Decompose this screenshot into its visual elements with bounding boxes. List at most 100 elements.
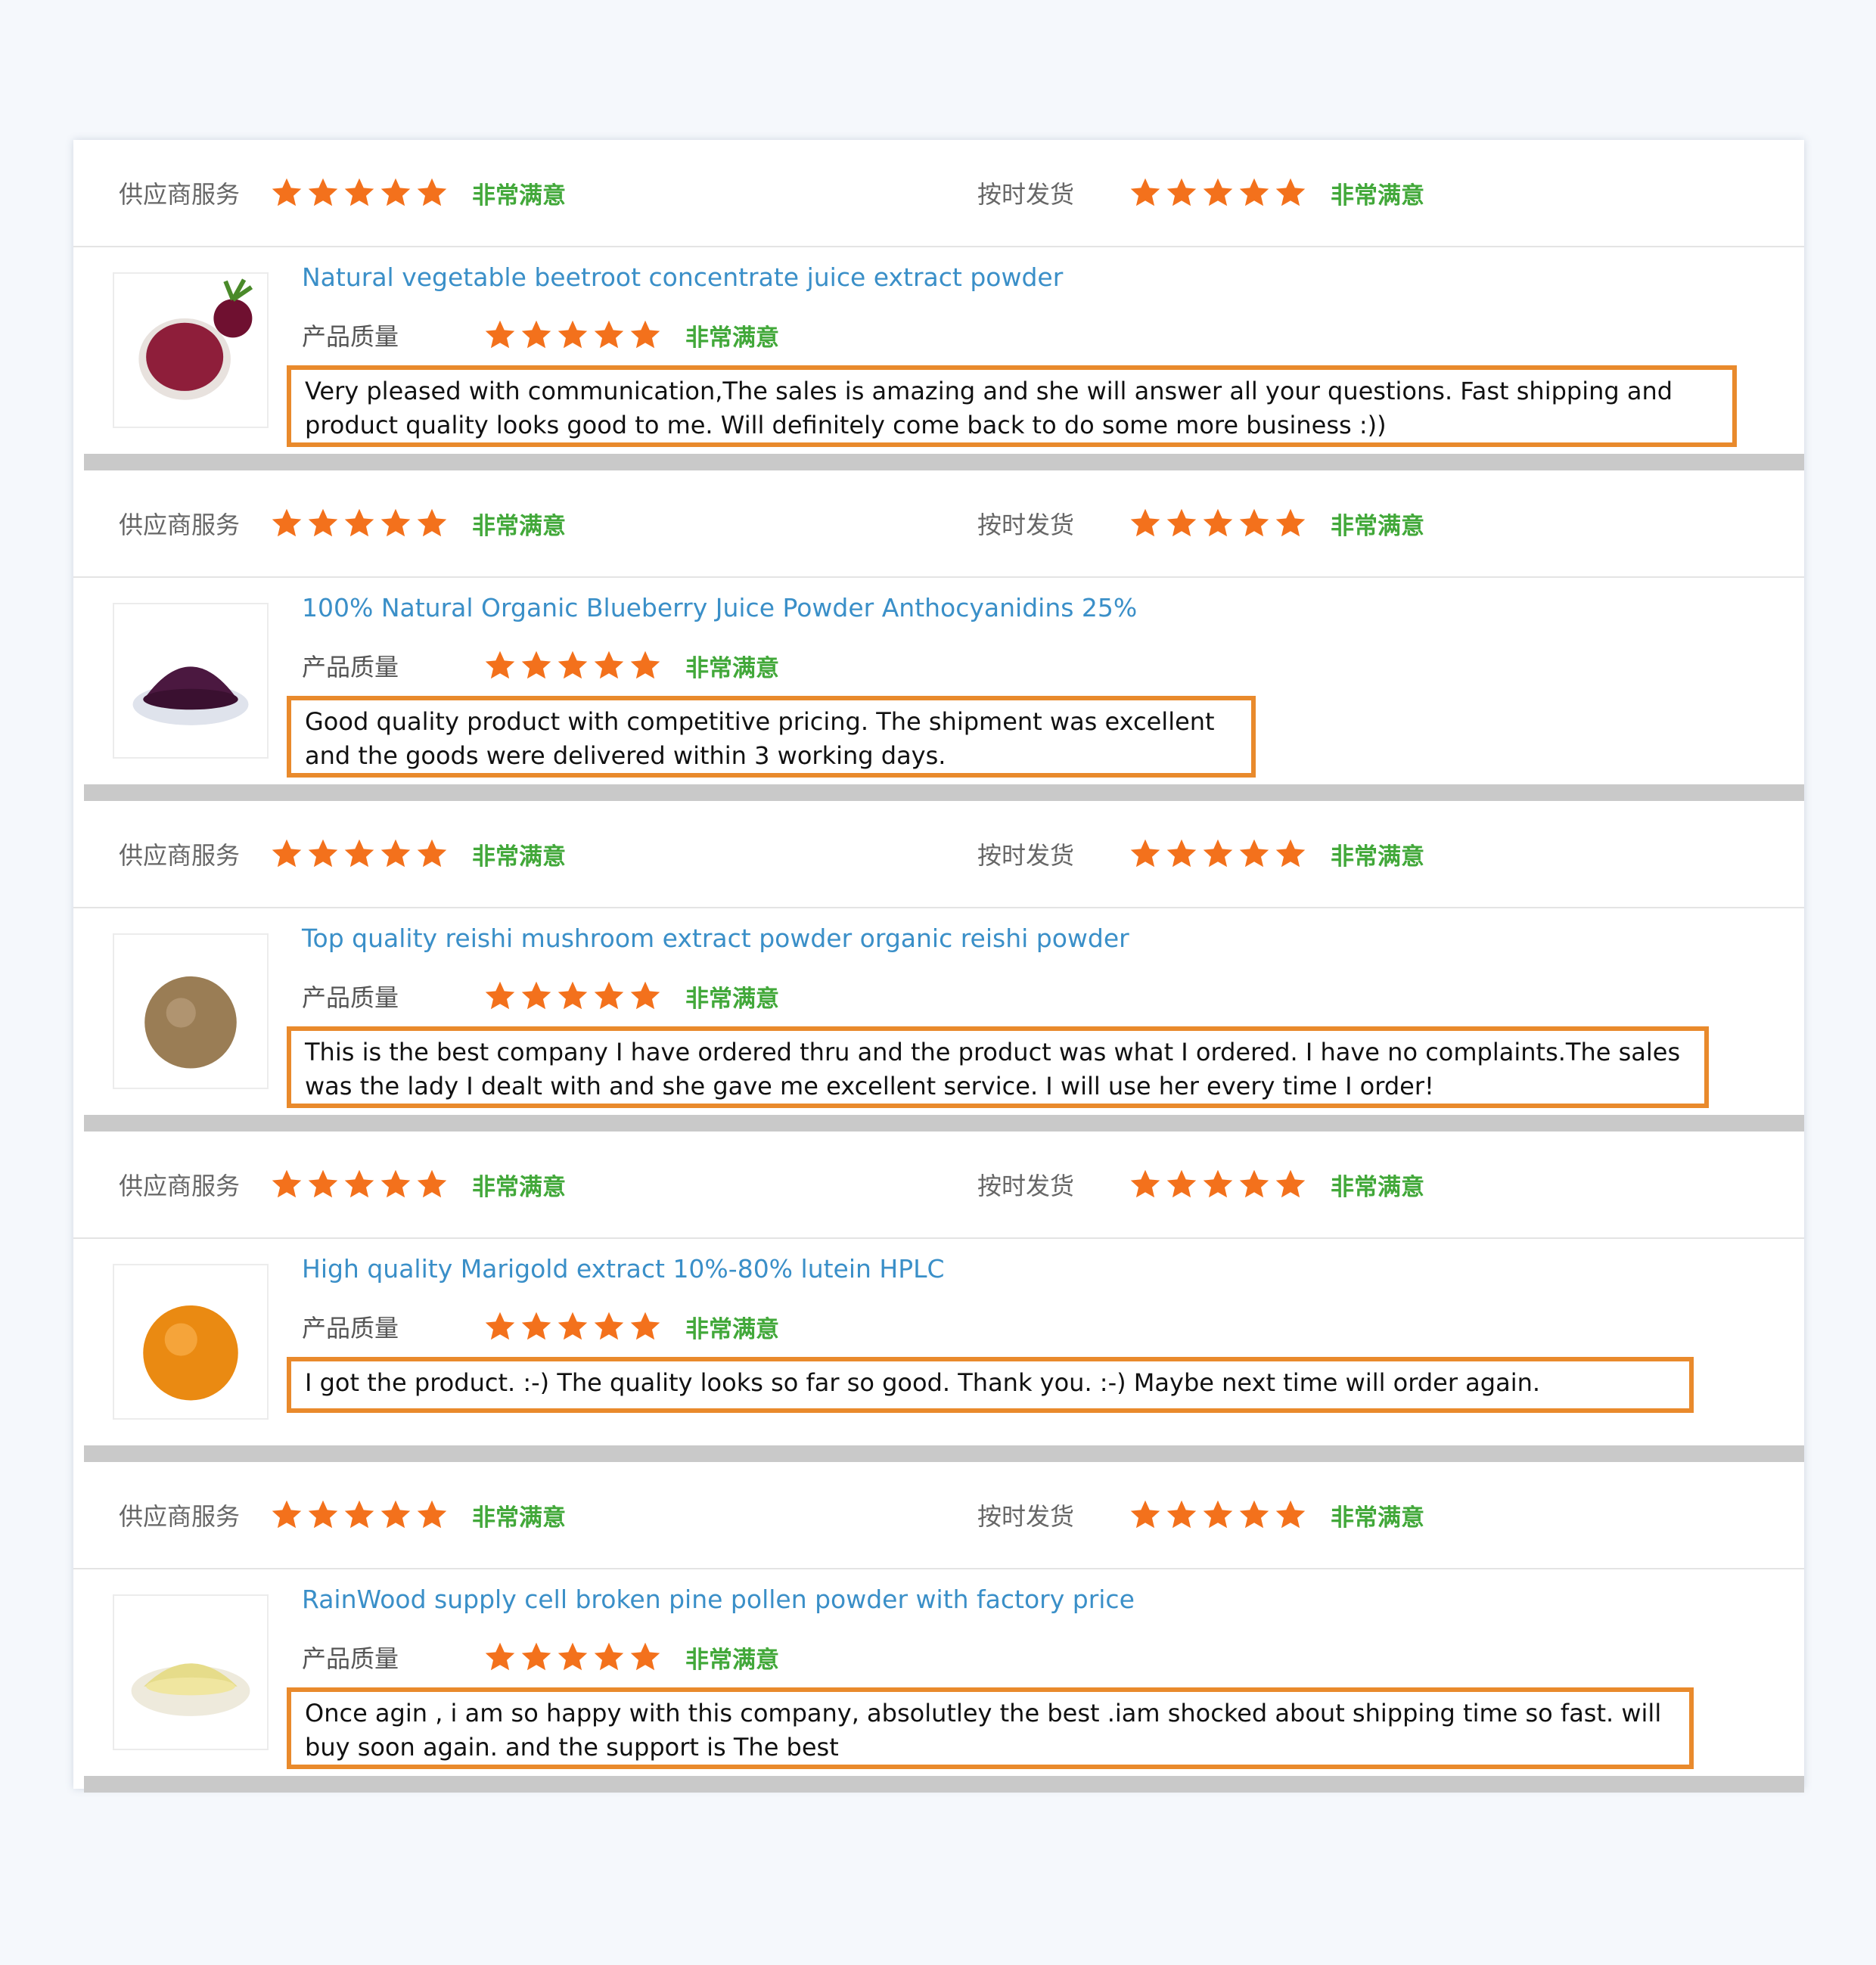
supplier-service-label: 供应商服务	[119, 1502, 241, 1531]
product-quality-rating: 产品质量 非常满意	[302, 973, 779, 1019]
satisfied-label: 非常满意	[1331, 182, 1424, 210]
delivery-stars	[1129, 1498, 1322, 1532]
star-icon	[308, 1169, 338, 1198]
star-icon	[1275, 1500, 1306, 1529]
satisfied-label: 非常满意	[472, 1504, 566, 1532]
supplier-service-rating: 供应商服务 非常满意	[119, 1132, 566, 1237]
star-icon	[594, 650, 624, 679]
product-thumbnail[interactable]	[113, 603, 269, 759]
on-time-delivery-label: 按时发货	[977, 180, 1075, 209]
review-comment: Good quality product with competitive pr…	[287, 696, 1256, 778]
star-icon	[485, 1642, 515, 1671]
star-icon	[1275, 839, 1306, 868]
star-icon	[1275, 508, 1306, 537]
star-icon	[630, 320, 660, 349]
quality-stars	[483, 1641, 676, 1674]
delivery-stars	[1129, 1168, 1322, 1201]
star-icon	[308, 508, 338, 537]
star-icon	[630, 1312, 660, 1340]
supplier-stars	[270, 1168, 463, 1201]
on-time-delivery-rating: 按时发货 非常满意	[977, 1462, 1424, 1568]
product-title-link[interactable]: RainWood supply cell broken pine pollen …	[302, 1585, 1135, 1614]
star-icon	[308, 839, 338, 868]
beetroot-powder-image	[114, 274, 267, 427]
star-icon	[630, 981, 660, 1010]
star-icon	[1166, 508, 1197, 537]
review-item: 供应商服务 非常满意 按时发货 非常满意 Natural vegetable beetr…	[73, 140, 1804, 470]
supplier-service-rating: 供应商服务 非常满意	[119, 140, 566, 246]
supplier-service-label: 供应商服务	[119, 841, 241, 870]
star-icon	[1203, 508, 1233, 537]
star-icon	[485, 981, 515, 1010]
star-icon	[272, 1500, 302, 1529]
product-thumbnail[interactable]	[113, 1594, 269, 1750]
quality-stars	[483, 1310, 676, 1343]
star-icon	[1130, 508, 1160, 537]
satisfied-label: 非常满意	[685, 985, 779, 1013]
product-quality-label: 产品质量	[302, 983, 399, 1012]
star-icon	[594, 1312, 624, 1340]
star-icon	[272, 839, 302, 868]
product-title-link[interactable]: 100% Natural Organic Blueberry Juice Pow…	[302, 593, 1137, 622]
supplier-service-label: 供应商服务	[119, 1172, 241, 1200]
product-title-link[interactable]: Top quality reishi mushroom extract powd…	[302, 924, 1129, 953]
review-separator	[84, 1445, 1804, 1462]
star-icon	[344, 508, 374, 537]
star-icon	[1166, 178, 1197, 206]
review-ratings-row: 供应商服务 非常满意 按时发货 非常满意	[73, 1132, 1804, 1239]
product-thumbnail[interactable]	[113, 933, 269, 1089]
reishi-powder-image	[114, 935, 267, 1088]
star-icon	[380, 1169, 411, 1198]
star-icon	[1239, 508, 1269, 537]
blueberry-powder-image	[114, 604, 267, 757]
quality-stars	[483, 649, 676, 682]
supplier-service-rating: 供应商服务 非常满意	[119, 801, 566, 907]
star-icon	[594, 320, 624, 349]
delivery-stars	[1129, 507, 1322, 540]
star-icon	[1130, 1500, 1160, 1529]
product-thumbnail[interactable]	[113, 272, 269, 428]
star-icon	[485, 1312, 515, 1340]
on-time-delivery-rating: 按时发货 非常满意	[977, 470, 1424, 576]
product-title-link[interactable]: Natural vegetable beetroot concentrate j…	[302, 262, 1063, 292]
star-icon	[1239, 178, 1269, 206]
star-icon	[344, 178, 374, 206]
review-item: 供应商服务 非常满意 按时发货 非常满意 100% Natural Organic Bl…	[73, 470, 1804, 801]
supplier-stars	[270, 507, 463, 540]
satisfied-label: 非常满意	[685, 1646, 779, 1674]
star-icon	[1166, 1169, 1197, 1198]
star-icon	[1203, 839, 1233, 868]
satisfied-label: 非常满意	[1331, 843, 1424, 871]
on-time-delivery-rating: 按时发货 非常满意	[977, 140, 1424, 246]
star-icon	[558, 320, 588, 349]
star-icon	[1239, 1500, 1269, 1529]
star-icon	[594, 1642, 624, 1671]
star-icon	[521, 981, 551, 1010]
star-icon	[521, 650, 551, 679]
star-icon	[1239, 1169, 1269, 1198]
on-time-delivery-label: 按时发货	[977, 841, 1075, 870]
star-icon	[521, 320, 551, 349]
supplier-stars	[270, 1498, 463, 1532]
star-icon	[1166, 839, 1197, 868]
supplier-service-rating: 供应商服务 非常满意	[119, 470, 566, 576]
star-icon	[1130, 839, 1160, 868]
review-separator	[84, 454, 1804, 470]
star-icon	[594, 981, 624, 1010]
product-title-link[interactable]: High quality Marigold extract 10%-80% lu…	[302, 1254, 945, 1284]
star-icon	[558, 981, 588, 1010]
quality-stars	[483, 318, 676, 352]
product-quality-rating: 产品质量 非常满意	[302, 312, 779, 358]
star-icon	[1275, 178, 1306, 206]
review-ratings-row: 供应商服务 非常满意 按时发货 非常满意	[73, 801, 1804, 908]
on-time-delivery-rating: 按时发货 非常满意	[977, 801, 1424, 907]
product-quality-label: 产品质量	[302, 322, 399, 351]
review-separator	[84, 1115, 1804, 1132]
product-thumbnail[interactable]	[113, 1264, 269, 1420]
quality-stars	[483, 979, 676, 1013]
review-comment: Very pleased with communication,The sale…	[287, 365, 1737, 447]
product-quality-label: 产品质量	[302, 1644, 399, 1673]
satisfied-label: 非常满意	[685, 324, 779, 352]
star-icon	[417, 1500, 447, 1529]
supplier-service-label: 供应商服务	[119, 511, 241, 539]
